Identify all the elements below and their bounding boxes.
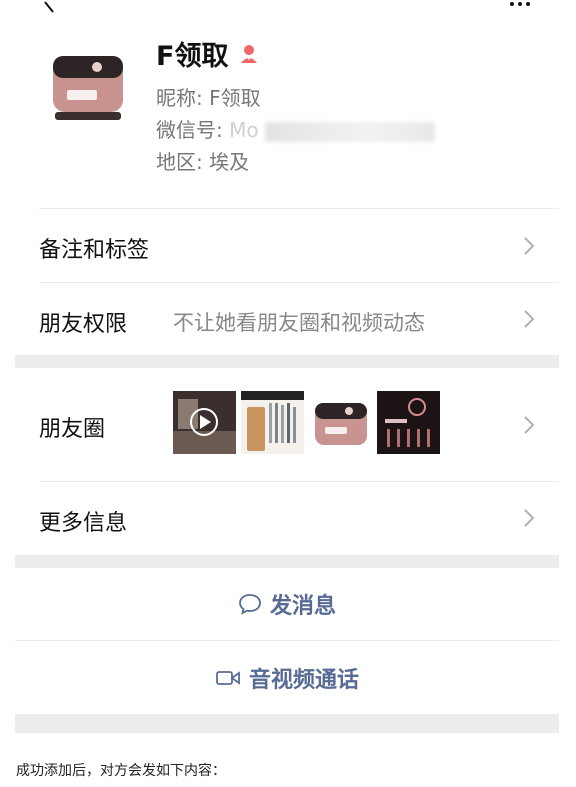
contact-profile-screen: F领取 昵称: F领取 微信号: Mo 地区: 埃及 备注和标签 朋友权限 不让…: [15, 0, 559, 733]
moments-thumb-video[interactable]: [173, 391, 236, 454]
top-bar: [15, 0, 559, 20]
wechat-id-label: 微信号:: [156, 118, 223, 142]
nickname-value: F领取: [209, 86, 261, 110]
moments-row[interactable]: 朋友圈: [15, 368, 559, 481]
remark-tags-row[interactable]: 备注和标签: [15, 208, 559, 282]
wechat-id-redaction: [264, 121, 435, 142]
chevron-right-icon: [524, 416, 535, 434]
female-icon: [241, 44, 258, 63]
chevron-right-icon: [524, 237, 535, 255]
avatar[interactable]: [45, 38, 131, 128]
chevron-right-icon: [524, 509, 535, 527]
moments-thumb-panel[interactable]: [377, 391, 440, 454]
video-call-button[interactable]: 音视频通话: [15, 640, 559, 714]
region-line: 地区: 埃及: [156, 146, 249, 175]
contact-name: F领取: [156, 41, 229, 72]
wechat-id-value: Mo: [229, 118, 259, 142]
friend-permission-value: 不让她看朋友圈和视频动态: [173, 311, 425, 335]
send-message-button[interactable]: 发消息: [15, 568, 559, 640]
caption-text: 成功添加后，对方会发如下内容：: [16, 763, 226, 779]
friend-permission-row[interactable]: 朋友权限 不让她看朋友圈和视频动态: [15, 282, 559, 355]
friend-permission-label: 朋友权限: [39, 312, 128, 337]
back-icon[interactable]: [41, 0, 61, 16]
chevron-right-icon: [524, 310, 535, 328]
moments-thumb-knives[interactable]: [241, 391, 304, 454]
moments-thumb-cooker[interactable]: [309, 391, 372, 454]
video-camera-icon: [216, 670, 240, 685]
wechat-id-line: 微信号: Mo: [156, 114, 435, 143]
name-row: F领取: [156, 34, 260, 73]
region-value: 埃及: [209, 150, 250, 174]
send-message-label: 发消息: [269, 594, 336, 619]
section-gap: [15, 355, 559, 368]
remark-tags-label: 备注和标签: [39, 238, 150, 263]
section-gap: [15, 555, 559, 568]
more-info-label: 更多信息: [39, 511, 128, 536]
profile-header: F领取 昵称: F领取 微信号: Mo 地区: 埃及: [15, 20, 559, 208]
video-call-label: 音视频通话: [248, 667, 359, 693]
nickname-label: 昵称:: [156, 86, 203, 110]
moments-label: 朋友圈: [39, 417, 106, 442]
moments-thumbnails: [173, 391, 440, 454]
more-icon[interactable]: [509, 0, 531, 10]
nickname-line: 昵称: F领取: [156, 82, 261, 111]
divider: [39, 481, 559, 482]
more-info-row[interactable]: 更多信息: [15, 481, 559, 555]
divider: [39, 208, 559, 209]
chat-bubble-icon: [239, 594, 261, 615]
section-gap: [15, 714, 559, 733]
divider: [39, 282, 559, 283]
region-label: 地区:: [156, 150, 203, 174]
